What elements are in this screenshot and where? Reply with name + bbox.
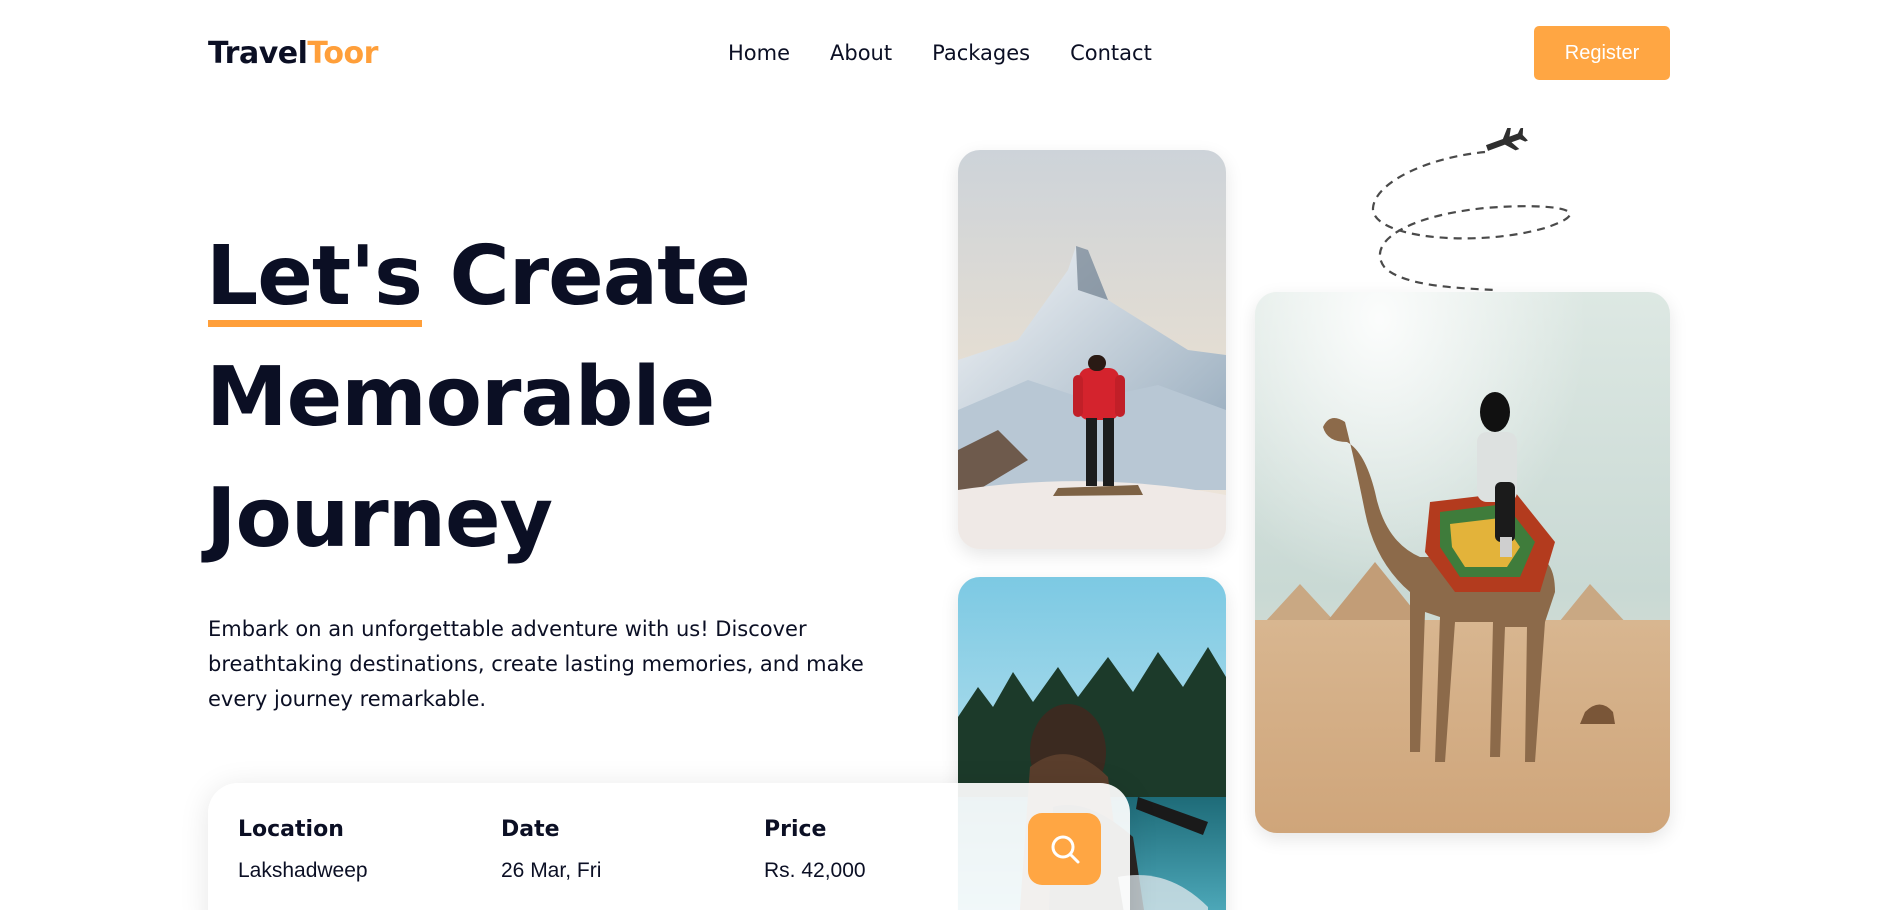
hero-description: Embark on an unforgettable adventure wit… [208,617,864,711]
price-label: Price [764,817,827,842]
headline-line-2: Memorable [206,350,715,445]
brand-logo[interactable]: TravelToor [208,36,378,71]
register-button[interactable]: Register [1534,26,1670,80]
headline-line-3: Journey [206,471,553,566]
price-value[interactable]: Rs. 42,000 [764,859,866,883]
nav-item-contact[interactable]: Contact [1070,41,1152,65]
date-value[interactable]: 26 Mar, Fri [501,859,601,883]
brand-logo-part2: Toor [307,36,378,71]
date-field[interactable]: Date 26 Mar, Fri [501,817,601,883]
date-label: Date [501,817,560,842]
headline-word-create: Create [421,229,751,324]
location-label: Location [238,817,344,842]
main-nav: Home About Packages Contact [728,41,1152,65]
airplane-icon [1485,128,1528,151]
mountain-hiker-image [958,150,1226,549]
headline-underlined-word: Let's [206,216,423,337]
flight-path-decoration [1371,128,1571,292]
nav-item-about[interactable]: About [830,41,892,65]
location-field[interactable]: Location Lakshadweep [238,817,368,883]
search-button[interactable] [1028,813,1101,885]
search-icon [1051,835,1079,864]
location-value[interactable]: Lakshadweep [238,859,368,883]
trip-search-card: Location Lakshadweep Date 26 Mar, Fri Pr… [208,783,1130,910]
nav-item-packages[interactable]: Packages [932,41,1030,65]
price-field[interactable]: Price Rs. 42,000 [764,817,866,883]
nav-item-home[interactable]: Home [728,41,790,65]
brand-logo-part1: Travel [208,36,308,71]
camel-pyramids-image [1255,292,1670,833]
hero-headline: Let's Create Memorable Journey [206,216,926,579]
